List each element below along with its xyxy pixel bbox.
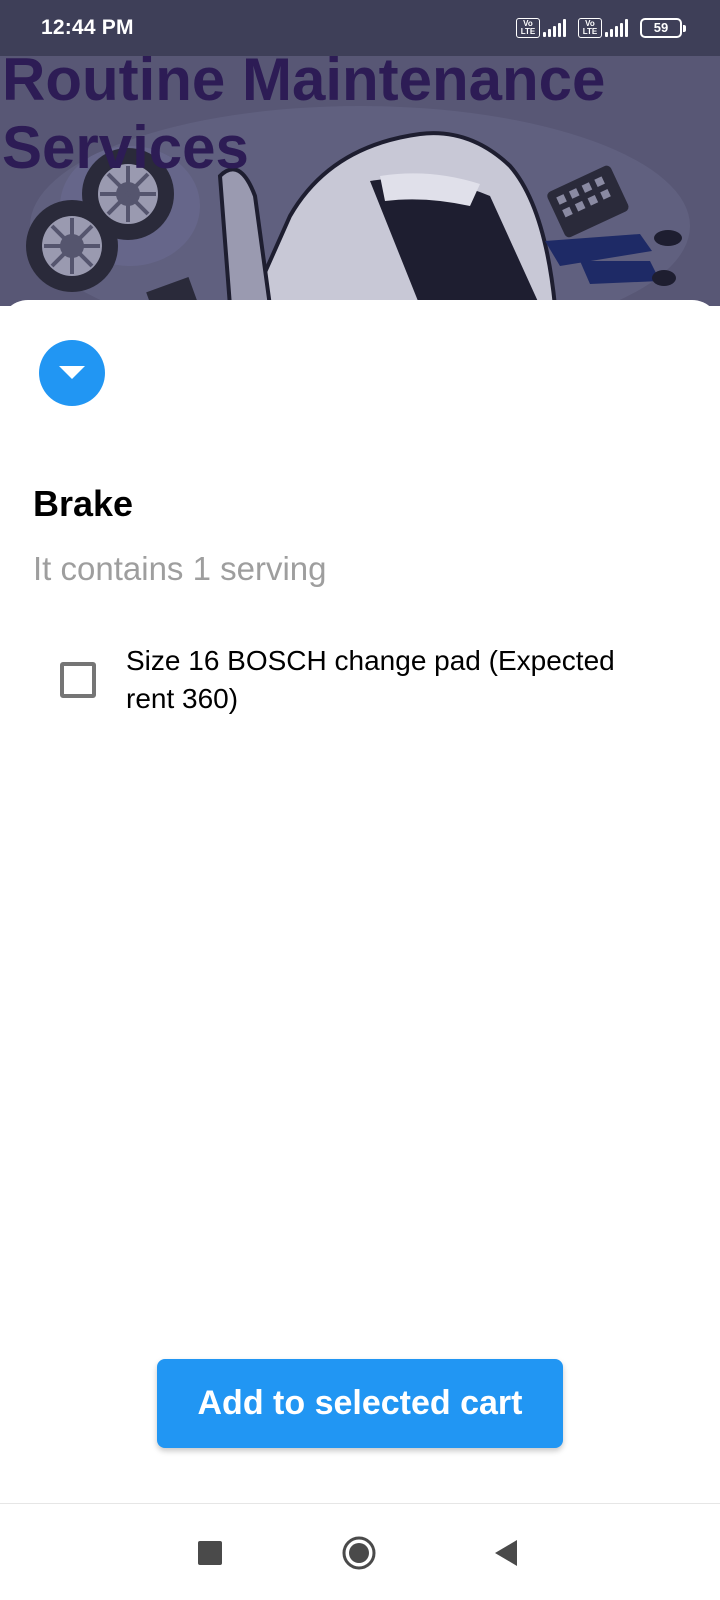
navigation-bar — [0, 1503, 720, 1600]
caret-down-icon — [59, 366, 85, 379]
square-icon — [198, 1541, 222, 1565]
service-detail-sheet: Brake It contains 1 serving Size 16 BOSC… — [0, 300, 720, 1503]
page-title: Routine Maintenance Services — [2, 56, 606, 181]
volte-icon: Vo LTE — [516, 18, 540, 38]
sim1-indicator: Vo LTE — [516, 18, 566, 38]
volte-icon: Vo LTE — [578, 18, 602, 38]
section-title: Brake — [33, 483, 134, 524]
service-option-row[interactable]: Size 16 BOSCH change pad (Expected rent … — [60, 642, 660, 718]
section-subtitle: It contains 1 serving — [33, 550, 327, 587]
recents-button[interactable] — [185, 1528, 235, 1578]
add-to-selected-cart-button[interactable]: Add to selected cart — [157, 1359, 563, 1448]
collapse-sheet-button[interactable] — [39, 340, 105, 406]
signal-icon — [543, 19, 566, 37]
home-button[interactable] — [334, 1528, 384, 1578]
status-time: 12:44 PM — [41, 16, 134, 39]
header-banner: Routine Maintenance Services — [0, 56, 720, 306]
sim2-indicator: Vo LTE — [578, 18, 628, 38]
battery-icon: 59 — [640, 18, 686, 38]
signal-icon — [605, 19, 628, 37]
back-button[interactable] — [481, 1528, 531, 1578]
status-bar: 12:44 PM Vo LTE Vo LTE 59 — [0, 0, 720, 56]
circle-icon — [342, 1536, 376, 1570]
service-option-label: Size 16 BOSCH change pad (Expected rent … — [126, 645, 615, 714]
triangle-back-icon — [495, 1540, 517, 1566]
service-option-checkbox[interactable] — [60, 662, 96, 698]
status-icons: Vo LTE Vo LTE 59 — [516, 18, 686, 38]
wheel-icon — [26, 200, 118, 292]
